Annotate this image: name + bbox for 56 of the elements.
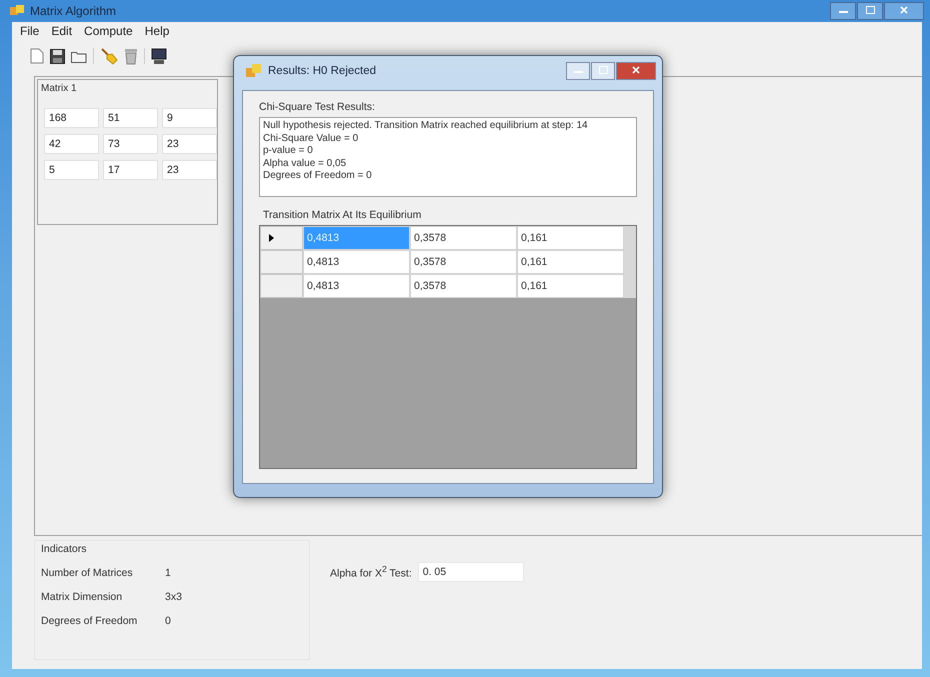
results-text-box[interactable]: Null hypothesis rejected. Transition Matrix reached equilibrium at step: 14 Chi-Square Value = 0 p-value = 0 Alpha value = 0,05 Degrees of Freedom = 0 <box>259 117 637 197</box>
grid-cell[interactable]: 0,3578 <box>410 226 517 250</box>
grid-cell[interactable]: 0,161 <box>517 250 624 274</box>
app-icon <box>246 64 262 78</box>
matrix-field[interactable]: 51 <box>103 108 158 128</box>
matrix-field[interactable]: 17 <box>103 160 158 180</box>
matrix-field[interactable]: 23 <box>162 134 217 154</box>
grid-cell[interactable]: 0,4813 <box>303 250 410 274</box>
indicator-value: 0 <box>165 615 171 627</box>
results-label: Chi-Square Test Results: <box>259 101 375 113</box>
minimize-button[interactable] <box>566 62 590 80</box>
minimize-button[interactable] <box>830 2 856 20</box>
new-document-icon[interactable] <box>30 48 44 64</box>
save-icon[interactable] <box>50 48 65 64</box>
maximize-button[interactable] <box>857 2 883 20</box>
alpha-label: Alpha for X$^{2}$ Test: <box>330 564 412 580</box>
grid-cell[interactable]: 0,3578 <box>410 274 517 298</box>
computer-icon[interactable] <box>151 48 167 64</box>
group-title: Matrix 1 <box>41 83 77 94</box>
row-header[interactable] <box>260 226 303 250</box>
close-icon <box>632 66 640 74</box>
folder-icon[interactable] <box>71 50 87 62</box>
menu-item[interactable]: File <box>14 24 46 42</box>
close-button[interactable] <box>884 2 924 20</box>
grid-cell[interactable]: 0,3578 <box>410 250 517 274</box>
matrix-field[interactable]: 42 <box>44 134 99 154</box>
scrollbar[interactable] <box>624 226 636 298</box>
indicator-label: Matrix Dimension <box>41 591 124 603</box>
matrix-field[interactable]: 168 <box>44 108 99 128</box>
alpha-field[interactable]: 0. 05 <box>418 562 524 582</box>
close-button[interactable] <box>616 62 656 80</box>
indicator-label: Number of Matrices <box>41 567 134 579</box>
close-icon <box>900 6 908 14</box>
window-title: Matrix Algorithm <box>30 4 118 18</box>
matrix-field[interactable]: 5 <box>44 160 99 180</box>
menu-item[interactable]: Edit <box>45 24 78 42</box>
app-icon <box>10 5 24 17</box>
maximize-icon <box>598 66 608 74</box>
indicator-label: Degrees of Freedom <box>41 615 138 627</box>
indicator-value: 3x3 <box>165 591 182 603</box>
maximize-icon <box>866 6 874 14</box>
matrix-field[interactable]: 73 <box>103 134 158 154</box>
group-title: Indicators <box>41 543 87 555</box>
grid-label: Transition Matrix At Its Equilibrium <box>263 209 422 221</box>
menu-item[interactable]: Help <box>138 24 176 42</box>
grid-cell[interactable]: 0,161 <box>517 274 624 298</box>
matrix-field[interactable]: 9 <box>162 108 217 128</box>
matrix-field[interactable]: 23 <box>162 160 217 180</box>
trash-icon[interactable] <box>124 48 138 64</box>
grid-cell[interactable]: 0,4813 <box>303 274 410 298</box>
menu-item[interactable]: Compute <box>78 24 139 42</box>
maximize-button[interactable] <box>591 62 615 80</box>
dialog-title: Results: H0 Rejected <box>268 65 378 77</box>
indicator-value: 1 <box>165 567 171 579</box>
grid-cell[interactable]: 0,161 <box>517 226 624 250</box>
broom-icon[interactable] <box>100 47 118 65</box>
